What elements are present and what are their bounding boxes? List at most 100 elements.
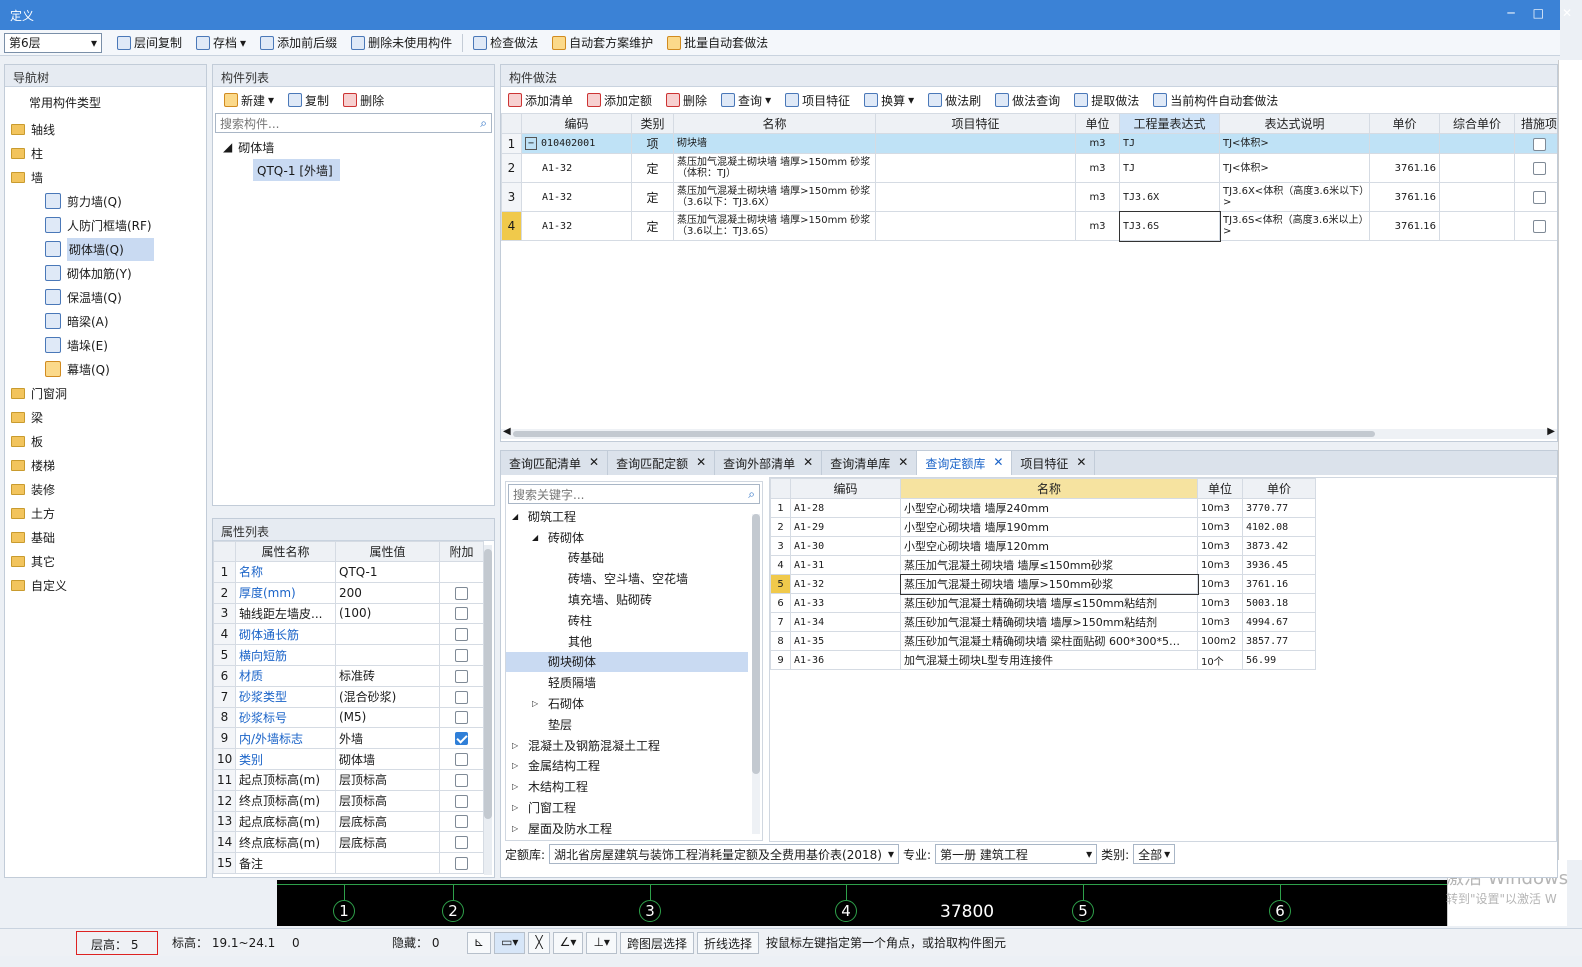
property-row[interactable]: 15 备注 — [213, 852, 484, 874]
floor-select[interactable]: 第6层 ▾ — [4, 32, 102, 53]
ortho-toggle[interactable]: ⊾ — [467, 931, 492, 954]
nav-item[interactable]: 墙 — [5, 165, 206, 189]
close-icon[interactable]: ✕ — [898, 455, 908, 471]
quota-tree-item[interactable]: ▷ 木结构工程 — [506, 776, 762, 797]
quota-row[interactable]: 5 A1-32 蒸压加气混凝土砌块墙 墙厚>150mm砂浆 10m3 3761.16 — [770, 573, 1316, 595]
quota-tree-item[interactable]: ▷ 门窗工程 — [506, 797, 762, 818]
extra-checkbox[interactable] — [455, 773, 468, 787]
polyline-select-button[interactable]: 折线选择 — [696, 931, 759, 954]
query-tab[interactable]: 项目特征 ✕ — [1012, 451, 1096, 475]
quota-tree-item[interactable]: 填充墙、贴砌砖 — [506, 589, 762, 610]
extra-checkbox[interactable] — [455, 815, 468, 829]
snap-toggle[interactable]: ▭▾ — [494, 931, 526, 954]
extra-checkbox[interactable] — [455, 607, 468, 621]
method-tool-button[interactable]: 添加定额 — [580, 89, 659, 111]
nav-item[interactable]: 轴线 — [5, 117, 206, 141]
close-icon[interactable]: ✕ — [696, 455, 706, 471]
nav-item[interactable]: 墙垛(E) — [5, 333, 206, 357]
cross-toggle[interactable]: ╳ — [528, 931, 550, 954]
nav-item[interactable]: 其它 — [5, 549, 206, 573]
extra-checkbox[interactable] — [455, 857, 468, 871]
nav-item[interactable]: 楼梯 — [5, 453, 206, 477]
quota-tree-item[interactable]: ▷ 混凝土及钢筋混凝土工程 — [506, 735, 762, 756]
nav-root[interactable]: 常用构件类型 — [5, 87, 206, 117]
angle-toggle[interactable]: ∠▾ — [552, 931, 584, 954]
quota-row[interactable]: 7 A1-34 蒸压砂加气混凝土精确砌块墙 墙厚>150mm粘结剂 10m3 4994.… — [770, 612, 1316, 632]
method-tool-button[interactable]: 做法刷 — [921, 89, 988, 111]
extra-checkbox[interactable] — [455, 669, 468, 683]
quota-tree-item[interactable]: 其他 — [506, 631, 762, 652]
method-tool-button[interactable]: 提取做法 — [1067, 89, 1146, 111]
property-row[interactable]: 6 材质 标准砖 — [213, 664, 484, 687]
property-row[interactable]: 1 名称 QTQ-1 — [213, 561, 484, 583]
extra-checkbox[interactable] — [455, 836, 468, 850]
quota-row[interactable]: 1 A1-28 小型空心砌块墙 墙厚240mm 10m3 3770.77 — [770, 498, 1316, 518]
method-row[interactable]: 1−010402001 项砌块墙 m3 TJ TJ<体积> — [501, 133, 1557, 154]
batch-auto-button[interactable]: 批量自动套做法 — [660, 32, 775, 54]
quota-tree-item[interactable]: ▷ 屋面及防水工程 — [506, 818, 762, 839]
property-row[interactable]: 4 砌体通长筋 — [213, 623, 484, 646]
measure-checkbox[interactable] — [1532, 220, 1546, 233]
query-tab[interactable]: 查询定额库 ✕ — [917, 451, 1013, 475]
close-icon[interactable]: ✕ — [1076, 455, 1086, 471]
nav-item[interactable]: 板 — [5, 429, 206, 453]
auto-scheme-button[interactable]: 自动套方案维护 — [545, 32, 660, 54]
method-tool-button[interactable]: 换算 ▾ — [857, 89, 921, 111]
query-tab[interactable]: 查询外部清单 ✕ — [715, 451, 823, 475]
quota-row[interactable]: 8 A1-35 蒸压砂加气混凝土精确砌块墙 梁柱面贴砌 600*300*5… 100m… — [770, 631, 1316, 651]
property-scrollbar[interactable] — [484, 545, 492, 875]
method-row[interactable]: 3 A1-32 定蒸压加气混凝土砌块墙 墙厚>150mm 砂浆（3.6以下：TJ3.… — [501, 182, 1557, 212]
minimize-button[interactable]: ─ — [1507, 6, 1514, 20]
quota-row[interactable]: 6 A1-33 蒸压砂加气混凝土精确砌块墙 墙厚≤150mm粘结剂 10m3 5003.… — [770, 593, 1316, 613]
delete-unused-button[interactable]: 删除未使用构件 — [344, 32, 459, 54]
copy-component-button[interactable]: 复制 — [281, 89, 336, 111]
quota-row[interactable]: 2 A1-29 小型空心砌块墙 墙厚190mm 10m3 4102.08 — [770, 517, 1316, 537]
nav-item[interactable]: 剪力墙(Q) — [5, 189, 206, 213]
measure-checkbox[interactable] — [1532, 191, 1546, 204]
property-row[interactable]: 8 砂浆标号 (M5) — [213, 706, 484, 729]
dim-toggle[interactable]: ⊥▾ — [586, 931, 617, 954]
property-row[interactable]: 14 终点底标高(m) 层底标高 — [213, 831, 484, 854]
check-method-button[interactable]: 检查做法 — [466, 32, 545, 54]
nav-item[interactable]: 柱 — [5, 141, 206, 165]
method-row[interactable]: 2 A1-32 定蒸压加气混凝土砌块墙 墙厚>150mm 砂浆（体积：TJ） m3 TJ… — [501, 153, 1557, 183]
quota-tree-item[interactable]: 砖柱 — [506, 610, 762, 631]
nav-item[interactable]: 人防门框墙(RF) — [5, 213, 206, 237]
method-tool-button[interactable]: 当前构件自动套做法 — [1146, 89, 1285, 111]
category-select[interactable]: 全部 ▾ — [1133, 844, 1176, 864]
quota-row[interactable]: 4 A1-31 蒸压加气混凝土砌块墙 墙厚≤150mm砂浆 10m3 3936.45 — [770, 555, 1316, 575]
query-tab[interactable]: 查询匹配定额 ✕ — [608, 451, 716, 475]
collapse-icon[interactable]: − — [525, 137, 538, 150]
component-item-selected[interactable]: QTQ-1 [外墙] — [253, 159, 340, 181]
maximize-button[interactable]: □ — [1533, 6, 1544, 20]
property-row[interactable]: 7 砂浆类型 (混合砂浆) — [213, 685, 484, 708]
property-row[interactable]: 11 起点顶标高(m) 层顶标高 — [213, 768, 484, 791]
measure-checkbox[interactable] — [1532, 137, 1546, 151]
new-component-button[interactable]: 新建 ▾ — [217, 89, 281, 111]
close-button[interactable]: ✕ — [1562, 6, 1572, 20]
close-icon[interactable]: ✕ — [993, 455, 1003, 471]
quota-tree-item[interactable]: 轻质隔墙 — [506, 672, 762, 693]
method-tool-button[interactable]: 添加清单 — [501, 89, 580, 111]
quota-tree-item[interactable]: 砌块砌体 — [506, 651, 748, 673]
copy-between-floors-button[interactable]: 层间复制 — [110, 32, 189, 54]
extra-checkbox[interactable] — [455, 794, 468, 808]
nav-item[interactable]: 砌体加筋(Y) — [5, 261, 206, 285]
property-row[interactable]: 13 起点底标高(m) 层底标高 — [213, 810, 484, 833]
nav-item[interactable]: 保温墙(Q) — [5, 285, 206, 309]
property-row[interactable]: 5 横向短筋 — [213, 644, 484, 666]
major-select[interactable]: 第一册 建筑工程 ▾ — [935, 844, 1098, 864]
extra-checkbox[interactable] — [455, 732, 468, 746]
quota-tree-item[interactable]: 砖基础 — [506, 548, 762, 569]
component-group[interactable]: ◢ 砌体墙 — [213, 135, 494, 159]
nav-item[interactable]: 暗梁(A) — [5, 309, 206, 333]
add-prefix-suffix-button[interactable]: 添加前后缀 — [253, 32, 344, 54]
extra-checkbox[interactable] — [455, 753, 468, 767]
property-row[interactable]: 3 轴线距左墙皮... (100) — [213, 602, 484, 625]
extra-checkbox[interactable] — [455, 649, 468, 663]
quota-tree-item[interactable]: ▷ 金属结构工程 — [506, 756, 762, 777]
nav-item[interactable]: 基础 — [5, 525, 206, 549]
query-tab[interactable]: 查询匹配清单 ✕ — [501, 451, 609, 475]
nav-item[interactable]: 土方 — [5, 501, 206, 525]
query-tab[interactable]: 查询清单库 ✕ — [822, 451, 918, 475]
